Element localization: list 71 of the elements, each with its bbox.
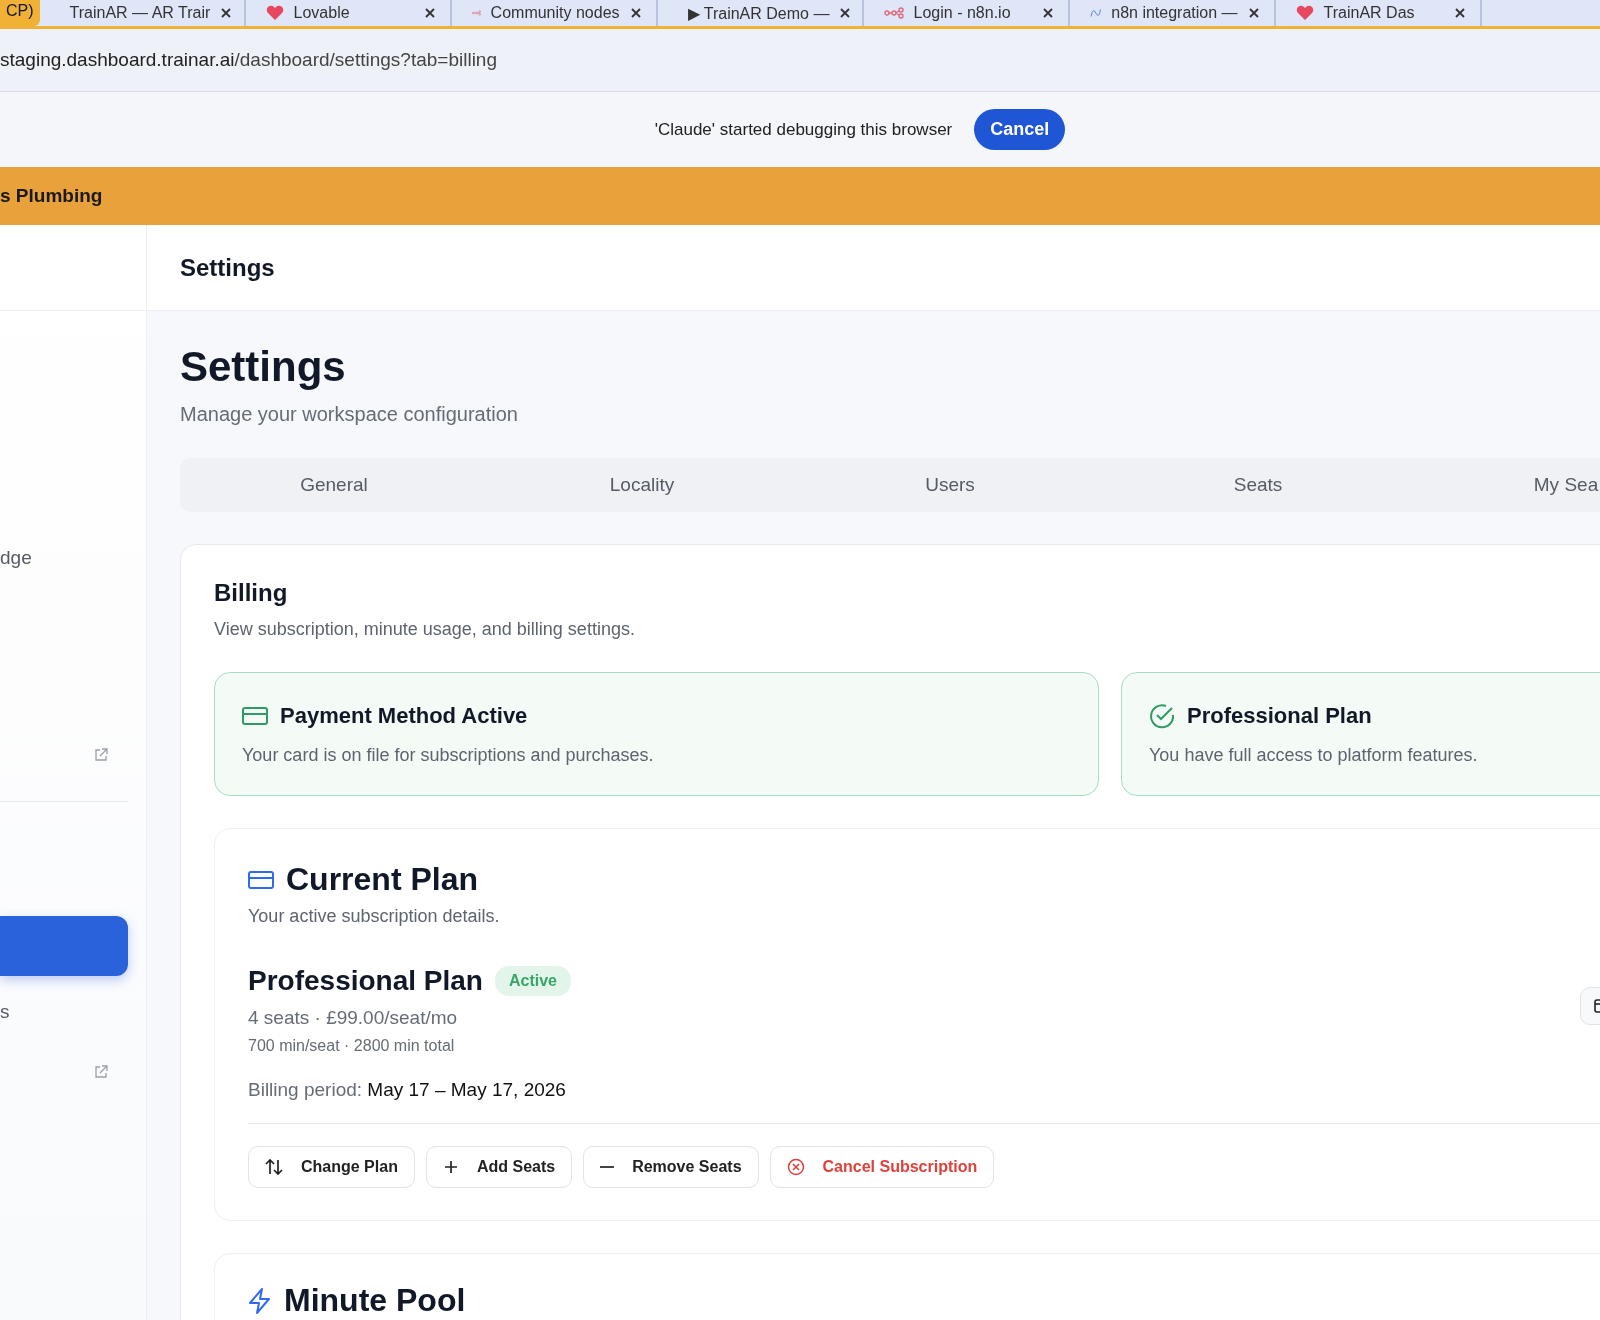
tab-title: TrainAR Das: [1323, 4, 1416, 22]
address-bar[interactable]: staging.dashboard.trainar.ai/dashboard/settings?tab=billing: [0, 29, 1600, 92]
status-title: Payment Method Active: [280, 703, 528, 729]
tab-title: ▶ TrainAR Demo —: [687, 3, 830, 23]
action-button[interactable]: Remove Seats: [583, 1146, 759, 1188]
cancel-button[interactable]: Cancel: [974, 109, 1066, 150]
close-icon[interactable]: [1453, 7, 1466, 19]
url-host: staging.dashboard.trainar.ai: [0, 49, 235, 71]
settings-tab[interactable]: Locality: [488, 458, 796, 512]
tab-title: n8n integration —: [1111, 4, 1238, 22]
x-circle-icon: [786, 1158, 805, 1176]
plus-icon: [442, 1159, 459, 1175]
action-button[interactable]: Change Plan: [248, 1146, 415, 1188]
tab-title: Login - n8n.io: [913, 4, 1012, 22]
status-badge: Active: [494, 966, 571, 996]
browser-tab[interactable]: n8n integration —: [1069, 0, 1276, 26]
settings-tab[interactable]: General: [180, 458, 488, 512]
sidebar-item[interactable]: s: [0, 988, 128, 1036]
swap-arrows-icon: [265, 1158, 283, 1176]
header-title: Settings: [180, 253, 275, 282]
settings-tab[interactable]: Users: [796, 458, 1104, 512]
nodes-icon: [471, 7, 481, 19]
check-circle-icon: [1149, 703, 1175, 729]
close-icon[interactable]: [1041, 7, 1054, 19]
billing-title: Billing: [214, 579, 289, 607]
action-button[interactable]: Add Seats: [425, 1146, 573, 1188]
current-plan-title: Current Plan: [286, 861, 479, 898]
browser-tab[interactable]: Login - n8n.io: [863, 0, 1070, 26]
minute-pool-title: Minute Pool: [284, 1282, 466, 1319]
browser-tab[interactable]: TrainAR Das: [1275, 0, 1482, 26]
plan-minutes: 700 min/seat · 2800 min total: [248, 1037, 456, 1055]
external-link-icon: [94, 748, 108, 762]
current-plan-subtitle: Your active subscription details.: [248, 906, 501, 927]
tab-group-label[interactable]: CP): [0, 0, 40, 26]
close-icon[interactable]: [839, 7, 852, 19]
settings-tab[interactable]: My Sea: [1412, 458, 1600, 512]
minus-icon: [600, 1166, 615, 1168]
credit-card-icon: [248, 869, 274, 890]
lightning-icon: [248, 1287, 272, 1314]
plan-price: 4 seats · £99.00/seat/mo: [248, 1007, 459, 1029]
tab-title: TrainAR — AR Trair: [69, 4, 211, 22]
heart-icon: [1295, 5, 1314, 21]
browser-tab[interactable]: TrainAR — AR Trair: [39, 0, 246, 26]
browser-tab[interactable]: Community nodes: [451, 0, 658, 26]
debug-message: 'Claude' started debugging this browser: [654, 119, 953, 140]
billing-description: View subscription, minute usage, and billing settings.: [214, 619, 636, 640]
status-title: Professional Plan: [1187, 703, 1372, 729]
sidebar-item[interactable]: dge: [0, 534, 128, 582]
tab-title: Lovable: [293, 4, 351, 22]
close-icon[interactable]: [423, 7, 436, 19]
status-text: You have full access to platform features.: [1149, 745, 1479, 766]
billing-period-value: May 17 – May 17, 2026: [367, 1079, 566, 1100]
tab-title: Community nodes: [490, 4, 620, 22]
status-text: Your card is on file for subscriptions and purchases.: [242, 745, 655, 766]
browser-tab[interactable]: ▶ TrainAR Demo —: [657, 0, 864, 26]
close-icon[interactable]: [220, 7, 233, 19]
org-name: s Plumbing: [0, 185, 103, 207]
external-link-icon: [94, 1065, 108, 1079]
url-path: /dashboard/settings?tab=billing: [234, 49, 497, 71]
credit-card-icon: [242, 706, 268, 726]
page-subtitle: Manage your workspace configuration: [180, 403, 519, 426]
settings-tab[interactable]: Seats: [1104, 458, 1412, 512]
close-icon[interactable]: [1247, 7, 1260, 19]
billing-period-label: Billing period:: [248, 1079, 363, 1100]
close-icon[interactable]: [629, 7, 642, 19]
browser-tab[interactable]: Lovable: [245, 0, 452, 26]
page-title: Settings: [180, 342, 347, 392]
nodes-icon: [883, 7, 904, 19]
plan-name: Professional Plan: [248, 965, 483, 997]
heart-icon: [265, 5, 284, 21]
action-button[interactable]: Cancel Subscription: [769, 1146, 995, 1188]
